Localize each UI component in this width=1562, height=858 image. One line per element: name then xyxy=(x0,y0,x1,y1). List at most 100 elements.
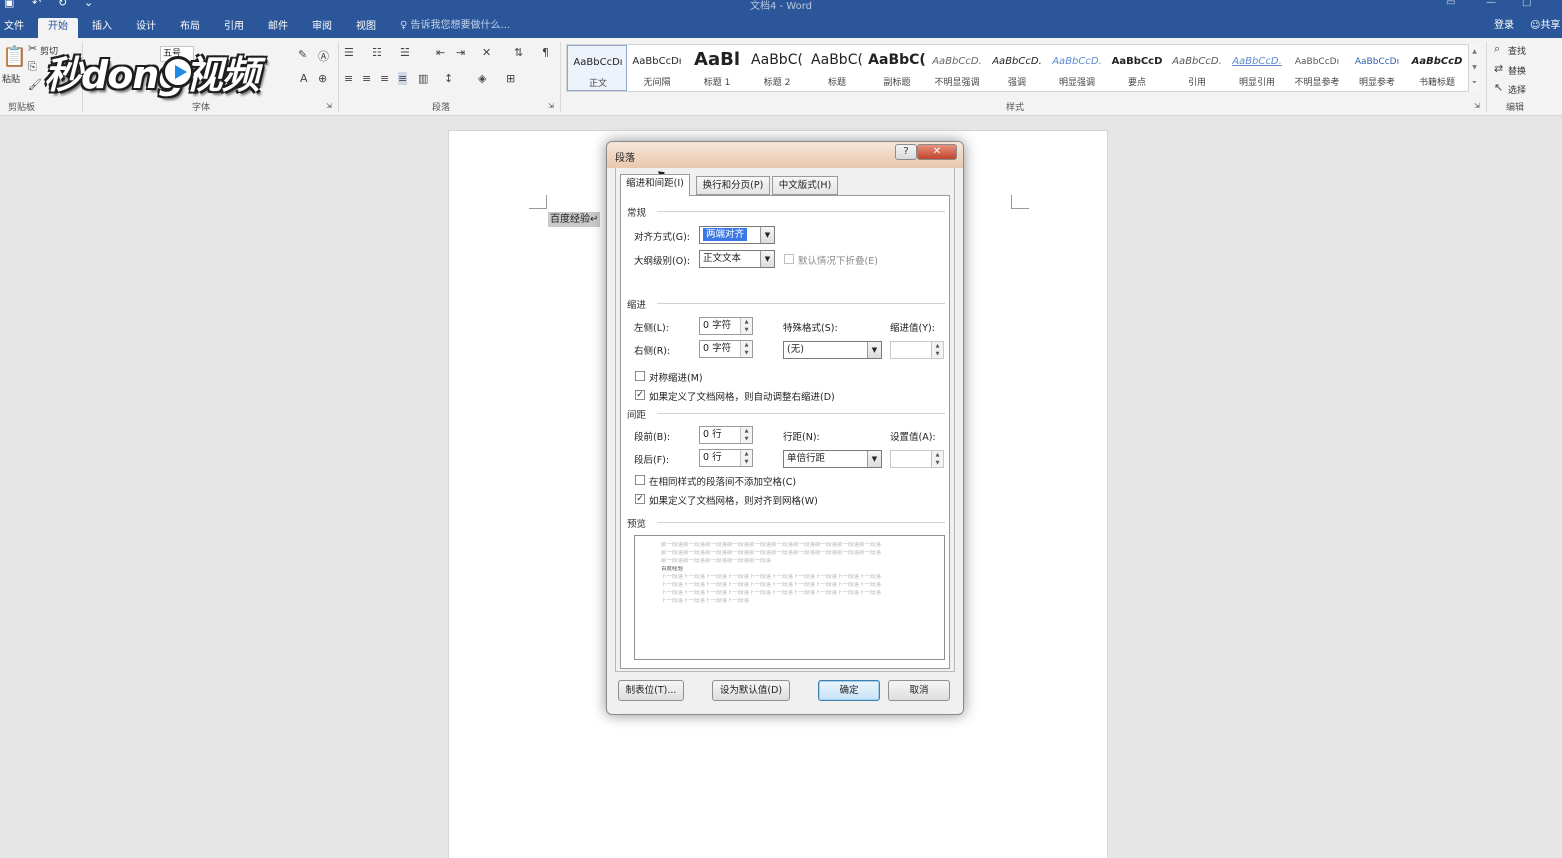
enclose-char-icon[interactable]: ⊕ xyxy=(318,72,327,85)
sign-in-link[interactable]: 登录 xyxy=(1494,19,1514,33)
font-dialog-launcher-icon[interactable]: ⇲ xyxy=(326,102,332,110)
style-subtitle[interactable]: AaBbC( 副标题 xyxy=(867,45,927,91)
find-label[interactable]: 查找 xyxy=(1508,44,1526,57)
spinner-arrows-icon[interactable]: ▲ ▼ xyxy=(931,342,943,358)
find-icon[interactable]: ⌕ xyxy=(1494,42,1500,56)
share-button[interactable]: ☺共享 xyxy=(1530,19,1560,33)
style-book-title[interactable]: AaBbCcD 书籍标题 xyxy=(1407,45,1467,91)
align-right-icon[interactable]: ≡ xyxy=(380,72,389,85)
maximize-icon[interactable]: □ xyxy=(1522,0,1531,8)
tab-design[interactable]: 设计 xyxy=(126,18,166,38)
mirror-indents-checkbox[interactable] xyxy=(635,371,645,381)
no-space-same-style-checkbox[interactable] xyxy=(635,475,645,485)
style-intense-reference[interactable]: AaBbCcDı 明显参考 xyxy=(1347,45,1407,91)
styles-gallery-scroll[interactable]: ▲ ▼ ⏷ xyxy=(1468,44,1480,92)
styles-dialog-launcher-icon[interactable]: ⇲ xyxy=(1474,102,1480,110)
tab-layout[interactable]: 布局 xyxy=(170,18,210,38)
ok-button[interactable]: 确定 xyxy=(818,680,880,701)
style-intense-quote[interactable]: AaBbCcD. 明显引用 xyxy=(1227,45,1287,91)
style-heading-2[interactable]: AaBbC( 标题 2 xyxy=(747,45,807,91)
spinner-arrows-icon[interactable]: ▲ ▼ xyxy=(740,427,752,443)
scroll-up-icon[interactable]: ▲ xyxy=(1469,44,1480,60)
tab-mailings[interactable]: 邮件 xyxy=(258,18,298,38)
char-border-icon[interactable]: Ⓐ xyxy=(318,48,329,64)
borders-icon[interactable]: ⊞ xyxy=(506,72,515,85)
tab-insert[interactable]: 插入 xyxy=(82,18,122,38)
replace-icon[interactable]: ⇄ xyxy=(1494,62,1503,75)
tab-references[interactable]: 引用 xyxy=(214,18,254,38)
line-spacing-icon[interactable]: ↕ xyxy=(444,72,453,85)
style-title[interactable]: AaBbC( 标题 xyxy=(807,45,867,91)
tab-line-and-page-breaks[interactable]: 换行和分页(P) xyxy=(696,176,770,195)
style-quote[interactable]: AaBbCcD. 引用 xyxy=(1167,45,1227,91)
cut-icon[interactable]: ✂ xyxy=(28,42,37,55)
auto-adjust-indent-checkbox[interactable]: ✓ xyxy=(635,390,645,400)
ribbon-options-icon[interactable]: ▭ xyxy=(1446,0,1455,8)
distributed-icon[interactable]: ▥ xyxy=(418,72,428,85)
tab-asian-typography[interactable]: 中文版式(H) xyxy=(772,176,838,195)
shading-icon[interactable]: ◈ xyxy=(478,72,486,85)
tab-file[interactable]: 文件 xyxy=(0,18,34,38)
indent-right-spinner[interactable]: 0 字符 ▲ ▼ xyxy=(699,340,753,358)
special-indent-select[interactable]: (无) ▼ xyxy=(783,341,882,359)
tab-indents-and-spacing[interactable]: 缩进和间距(I) xyxy=(620,174,690,196)
minimize-icon[interactable]: — xyxy=(1486,0,1496,8)
dropdown-arrow-icon[interactable]: ▼ xyxy=(867,342,881,358)
increase-indent-icon[interactable]: ⇥ xyxy=(456,46,465,59)
numbering-icon[interactable]: ☷ xyxy=(372,46,382,59)
indent-left-spinner[interactable]: 0 字符 ▲ ▼ xyxy=(699,317,753,335)
tab-home[interactable]: 开始 xyxy=(38,18,78,38)
justify-icon[interactable]: ≡ xyxy=(398,72,408,85)
more-styles-icon[interactable]: ⏷ xyxy=(1469,76,1480,90)
align-center-icon[interactable]: ≡ xyxy=(362,72,371,85)
chinese-layout-icon[interactable]: ✕ xyxy=(482,46,491,59)
clear-formatting-icon[interactable]: ✎ xyxy=(298,48,307,61)
tell-me-box[interactable]: ♀ 告诉我您想要做什么... xyxy=(400,19,510,33)
set-as-default-button[interactable]: 设为默认值(D) xyxy=(712,680,790,701)
tab-view[interactable]: 视图 xyxy=(346,18,386,38)
style-normal[interactable]: AaBbCcDı 正文 xyxy=(567,45,627,91)
spacing-after-spinner[interactable]: 0 行 ▲ ▼ xyxy=(699,449,753,467)
close-button[interactable]: ✕ xyxy=(917,144,957,160)
document-text[interactable]: 百度经验↵ xyxy=(548,212,601,227)
snap-to-grid-checkbox[interactable]: ✓ xyxy=(635,494,645,504)
select-icon[interactable]: ↖ xyxy=(1494,81,1503,94)
format-painter-icon[interactable]: 🖌 xyxy=(28,78,42,91)
tabs-button[interactable]: 制表位(T)... xyxy=(618,680,684,701)
help-button[interactable]: ? xyxy=(895,144,917,160)
align-left-icon[interactable]: ≡ xyxy=(344,72,353,85)
select-label[interactable]: 选择 xyxy=(1508,83,1526,96)
copy-icon[interactable]: ⎘ xyxy=(28,60,37,74)
dialog-title-bar[interactable]: 段落 ? ✕ xyxy=(607,142,963,168)
style-subtle-emphasis[interactable]: AaBbCcD. 不明显强调 xyxy=(927,45,987,91)
alignment-select[interactable]: 两端对齐 ▼ xyxy=(699,226,775,244)
char-shading-icon[interactable]: A xyxy=(300,72,308,85)
multilevel-list-icon[interactable]: ☱ xyxy=(400,46,410,59)
cancel-button[interactable]: 取消 xyxy=(888,680,950,701)
tab-review[interactable]: 审阅 xyxy=(302,18,342,38)
spinner-arrows-icon[interactable]: ▲ ▼ xyxy=(740,450,752,466)
scroll-down-icon[interactable]: ▼ xyxy=(1469,60,1480,76)
bullets-icon[interactable]: ☰ xyxy=(344,46,354,59)
dropdown-arrow-icon[interactable]: ▼ xyxy=(867,451,881,467)
dropdown-arrow-icon[interactable]: ▼ xyxy=(760,251,774,267)
style-strong[interactable]: AaBbCcD 要点 xyxy=(1107,45,1167,91)
style-intense-emphasis[interactable]: AaBbCcD. 明显强调 xyxy=(1047,45,1107,91)
show-marks-icon[interactable]: ¶ xyxy=(542,46,549,59)
style-subtle-reference[interactable]: AaBbCcDı 不明显参考 xyxy=(1287,45,1347,91)
dropdown-arrow-icon[interactable]: ▼ xyxy=(760,227,774,243)
spacing-at-spinner[interactable]: ▲ ▼ xyxy=(890,450,944,468)
spinner-arrows-icon[interactable]: ▲ ▼ xyxy=(931,451,943,467)
paste-label[interactable]: 粘贴 xyxy=(2,72,20,85)
paragraph-dialog-launcher-icon[interactable]: ⇲ xyxy=(548,102,554,110)
indent-by-spinner[interactable]: ▲ ▼ xyxy=(890,341,944,359)
spinner-arrows-icon[interactable]: ▲ ▼ xyxy=(740,341,752,357)
line-spacing-select[interactable]: 单倍行距 ▼ xyxy=(783,450,882,468)
spacing-before-spinner[interactable]: 0 行 ▲ ▼ xyxy=(699,426,753,444)
paste-icon[interactable]: 📋 xyxy=(2,44,27,68)
collapsed-checkbox[interactable] xyxy=(784,254,794,264)
outline-level-select[interactable]: 正文文本 ▼ xyxy=(699,250,775,268)
spinner-arrows-icon[interactable]: ▲ ▼ xyxy=(740,318,752,334)
replace-label[interactable]: 替换 xyxy=(1508,64,1526,77)
style-no-spacing[interactable]: AaBbCcDı 无间隔 xyxy=(627,45,687,91)
